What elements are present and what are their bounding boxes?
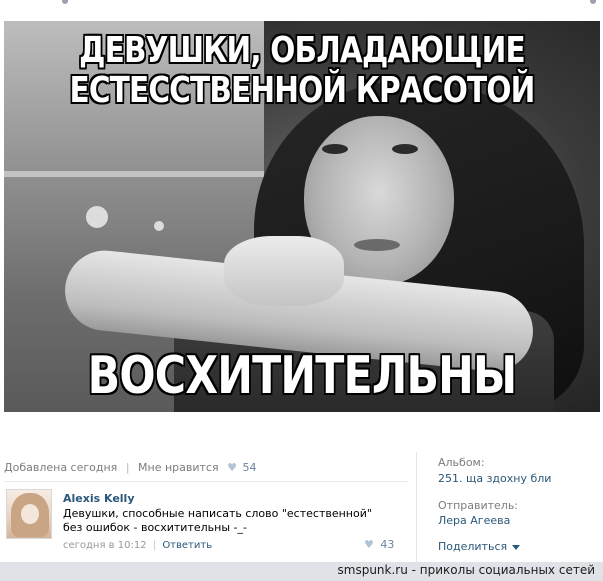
- photo-eye: [392, 144, 418, 154]
- like-count: 54: [242, 461, 257, 474]
- meme-caption-top-2: ЕСТЕССТВЕННОЙ КРАСОТОЙ: [69, 70, 535, 111]
- comment-meta: сегодня в 10:12 | Ответить: [63, 540, 212, 551]
- comment-time[interactable]: сегодня в 10:12: [63, 540, 147, 551]
- comment-text: Девушки, способные написать слово "естес…: [63, 507, 372, 534]
- heart-icon[interactable]: ♥: [227, 461, 237, 474]
- photo-lips: [354, 239, 400, 251]
- separator: |: [152, 540, 157, 551]
- watermark: smspunk.ru - приколы социальных сетей: [337, 563, 595, 577]
- divider: [416, 452, 417, 562]
- sender-label: Отправитель:: [438, 499, 519, 512]
- top-edge-icon: [590, 0, 596, 4]
- photo-hand: [224, 236, 344, 306]
- post-added-date: Добавлена сегодня: [4, 461, 118, 474]
- top-strip: [0, 0, 603, 20]
- photo-bokeh: [86, 206, 108, 228]
- divider: [4, 481, 408, 482]
- comment-author[interactable]: Alexis Kelly: [63, 492, 135, 505]
- meme-caption-top-1: ДЕВУШКИ, ОБЛАДАЮЩИЕ: [79, 30, 526, 71]
- photo-eye: [322, 144, 348, 154]
- sender-link[interactable]: Лера Агеева: [438, 514, 510, 527]
- post-photo[interactable]: ДЕВУШКИ, ОБЛАДАЮЩИЕ ЕСТЕССТВЕННОЙ КРАСОТ…: [4, 21, 600, 412]
- photo-bridge-rail: [4, 171, 264, 177]
- post-meta: Добавлена сегодня | Мне нравится ♥ 54: [4, 461, 256, 474]
- top-edge-icon: [62, 0, 68, 4]
- album-label: Альбом:: [438, 456, 485, 469]
- avatar[interactable]: [6, 489, 52, 539]
- album-link[interactable]: 251. ща здохну бли: [438, 472, 551, 485]
- comment-like-count: 43: [380, 538, 395, 551]
- heart-icon: ♥: [364, 538, 374, 551]
- reply-button[interactable]: Ответить: [162, 540, 212, 551]
- like-button[interactable]: Мне нравится: [138, 461, 219, 474]
- share-label: Поделиться: [438, 540, 508, 553]
- share-button[interactable]: Поделиться: [438, 540, 521, 553]
- separator: |: [125, 461, 130, 474]
- meme-caption-bottom: ВОСХИТИТЕЛЬНЫ: [87, 346, 518, 406]
- chevron-down-icon: [512, 544, 521, 550]
- comment-like-button[interactable]: ♥ 43: [364, 538, 394, 551]
- photo-bokeh: [154, 221, 164, 231]
- avatar-face: [21, 504, 39, 524]
